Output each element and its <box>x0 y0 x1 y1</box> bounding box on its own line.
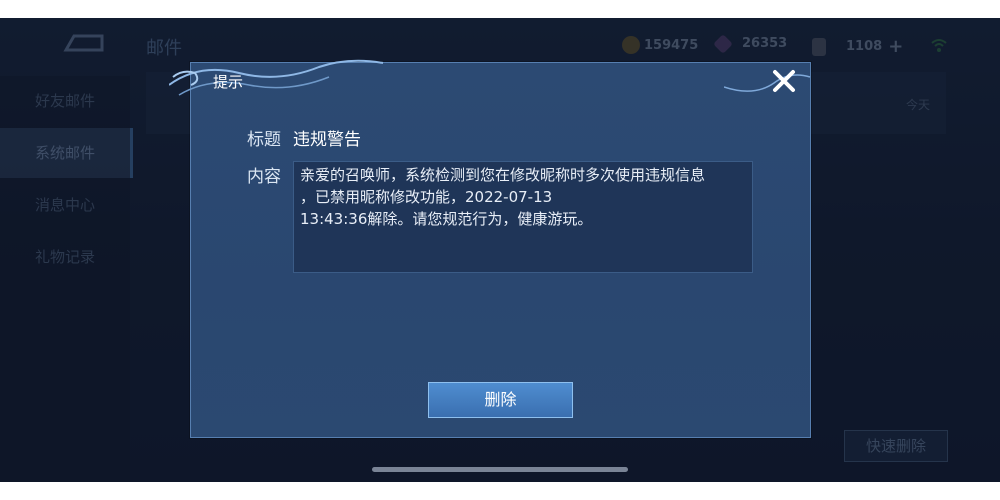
subject-value: 违规警告 <box>293 130 361 150</box>
content-label: 内容 <box>247 167 281 187</box>
content-text: 亲爱的召唤师，系统检测到您在修改昵称时多次使用违规信息 ，已禁用昵称修改功能，2… <box>300 164 746 230</box>
notice-dialog: 提示 标题 违规警告 内容 亲爱的召唤师，系统检测到您在修改昵称时多次使用违规信… <box>169 59 811 438</box>
content-line: ，已禁用昵称修改功能，2022-07-13 <box>300 188 553 206</box>
cloud-ornament-icon <box>169 59 384 96</box>
dialog-title: 提示 <box>213 73 244 91</box>
content-line: 亲爱的召唤师，系统检测到您在修改昵称时多次使用违规信息 <box>300 166 706 184</box>
delete-button[interactable]: 删除 <box>428 382 573 418</box>
close-icon[interactable] <box>768 65 800 97</box>
subject-label: 标题 <box>247 130 281 150</box>
home-indicator[interactable] <box>372 467 628 472</box>
content-line: 13:43:36解除。请您规范行为，健康游玩。 <box>300 210 593 228</box>
game-screen: 邮件 159475 26353 1108 + 好友邮件 系统邮件 消息中心 礼物… <box>0 18 1000 482</box>
content-box[interactable]: 亲爱的召唤师，系统检测到您在修改昵称时多次使用违规信息 ，已禁用昵称修改功能，2… <box>293 161 753 273</box>
